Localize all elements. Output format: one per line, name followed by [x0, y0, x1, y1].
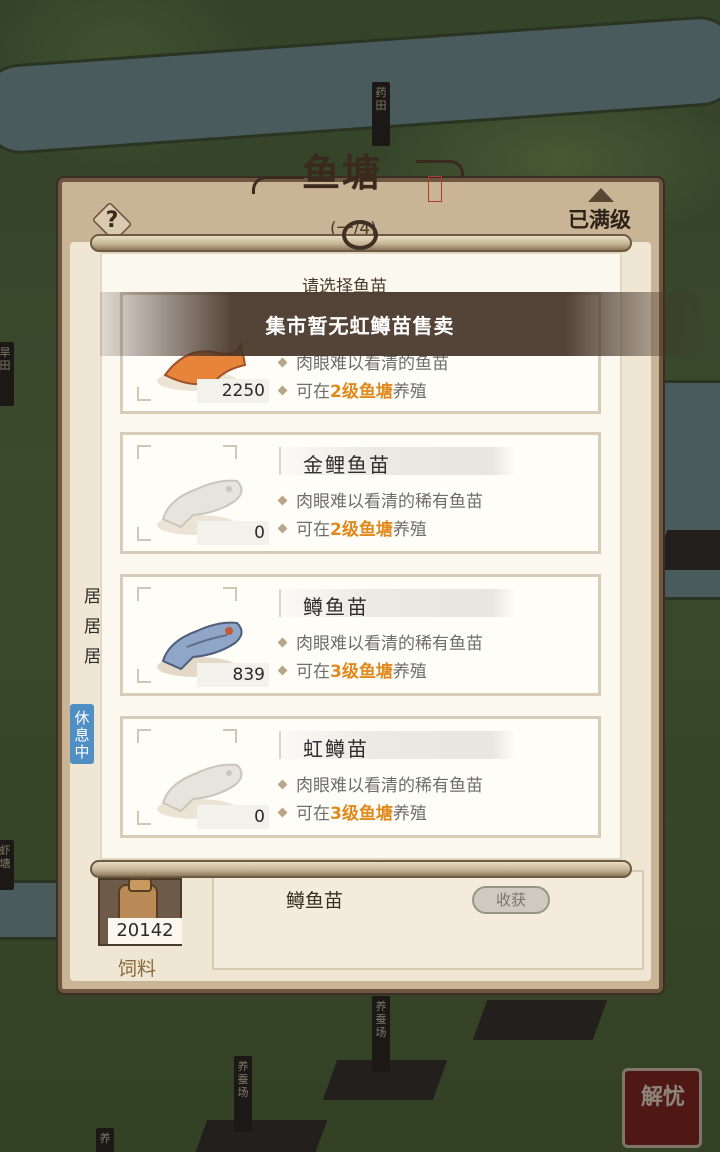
resident-line: 居	[84, 617, 101, 637]
fry-desc: 肉眼难以看清的稀有鱼苗	[277, 487, 483, 512]
scroll-rod-bottom	[90, 860, 632, 878]
fry-card-trout[interactable]: 鳟鱼苗 839 肉眼难以看清的稀有鱼苗 可在3级鱼塘养殖	[120, 574, 601, 696]
card-corner	[137, 527, 151, 541]
fry-count: 0	[197, 521, 269, 545]
fry-desc: 肉眼难以看清的稀有鱼苗	[277, 771, 483, 796]
farm-suffix: 养殖	[392, 382, 427, 402]
resident-line: 居	[84, 587, 101, 607]
feed-label: 饲料	[118, 958, 157, 980]
farm-level: 3级鱼塘	[330, 804, 393, 824]
farm-suffix: 养殖	[392, 804, 427, 824]
card-corner	[137, 811, 151, 825]
farm-level: 2级鱼塘	[330, 520, 393, 540]
feed-count: 20142	[108, 918, 182, 944]
fry-card-rainbow-trout[interactable]: 虹鳟苗 0 肉眼难以看清的稀有鱼苗 可在3级鱼塘养殖	[120, 716, 601, 838]
resident-line: 居	[84, 647, 101, 667]
current-fish-card	[212, 870, 644, 970]
card-corner	[137, 729, 151, 743]
title-seal-mark	[428, 176, 442, 202]
farm-level: 3级鱼塘	[330, 662, 393, 682]
pond-title: 鱼塘	[302, 150, 383, 195]
fry-farm-info: 可在2级鱼塘养殖	[277, 377, 427, 402]
fry-count: 839	[197, 663, 269, 687]
fry-desc: 肉眼难以看清的稀有鱼苗	[277, 629, 483, 654]
card-corner	[137, 587, 151, 601]
bullet-icon	[277, 807, 288, 817]
farm-prefix: 可在	[296, 520, 330, 540]
card-corner	[137, 387, 151, 401]
farm-suffix: 养殖	[392, 662, 427, 682]
toast-message: 集市暂无虹鳟苗售卖	[265, 314, 455, 338]
bullet-icon	[277, 357, 288, 367]
fry-farm-info: 可在3级鱼塘养殖	[277, 657, 427, 682]
fry-desc-text: 肉眼难以看清的稀有鱼苗	[296, 634, 483, 654]
max-level-badge: 已满级	[568, 208, 631, 232]
farm-level: 2级鱼塘	[330, 382, 393, 402]
farm-prefix: 可在	[296, 662, 330, 682]
bullet-icon	[277, 523, 288, 533]
card-corner	[223, 729, 237, 743]
farm-suffix: 养殖	[392, 520, 427, 540]
fry-card-golden-carp[interactable]: 金鲤鱼苗 0 肉眼难以看清的稀有鱼苗 可在2级鱼塘养殖	[120, 432, 601, 554]
bullet-icon	[277, 637, 288, 647]
fry-desc-text: 肉眼难以看清的鱼苗	[296, 354, 449, 374]
fry-desc-text: 肉眼难以看清的稀有鱼苗	[296, 776, 483, 796]
harvest-button[interactable]: 收获	[472, 886, 550, 914]
bullet-icon	[277, 495, 288, 505]
trout-icon	[161, 621, 243, 671]
card-corner	[223, 587, 237, 601]
help-icon[interactable]: ?	[92, 204, 132, 238]
card-corner	[223, 445, 237, 459]
fry-farm-info: 可在2级鱼塘养殖	[277, 515, 427, 540]
fry-count: 2250	[197, 379, 269, 403]
card-corner	[137, 669, 151, 683]
bullet-icon	[277, 779, 288, 789]
scroll-knot-icon	[342, 220, 378, 250]
fry-name: 金鲤鱼苗	[303, 453, 391, 477]
level-up-arrow-icon	[588, 188, 614, 202]
golden-carp-icon	[161, 479, 243, 529]
fry-desc-text: 肉眼难以看清的稀有鱼苗	[296, 492, 483, 512]
bullet-icon	[277, 385, 288, 395]
rainbow-trout-icon	[161, 763, 243, 813]
fry-name: 虹鳟苗	[303, 737, 369, 761]
fry-name: 鳟鱼苗	[303, 595, 369, 619]
fry-count: 0	[197, 805, 269, 829]
bullet-icon	[277, 665, 288, 675]
farm-prefix: 可在	[296, 804, 330, 824]
current-fish-name: 鳟鱼苗	[286, 890, 344, 912]
farm-prefix: 可在	[296, 382, 330, 402]
fry-farm-info: 可在3级鱼塘养殖	[277, 799, 427, 824]
card-corner	[137, 445, 151, 459]
title-decoration-left	[252, 176, 304, 194]
resting-status-tag: 休息中	[70, 704, 94, 764]
